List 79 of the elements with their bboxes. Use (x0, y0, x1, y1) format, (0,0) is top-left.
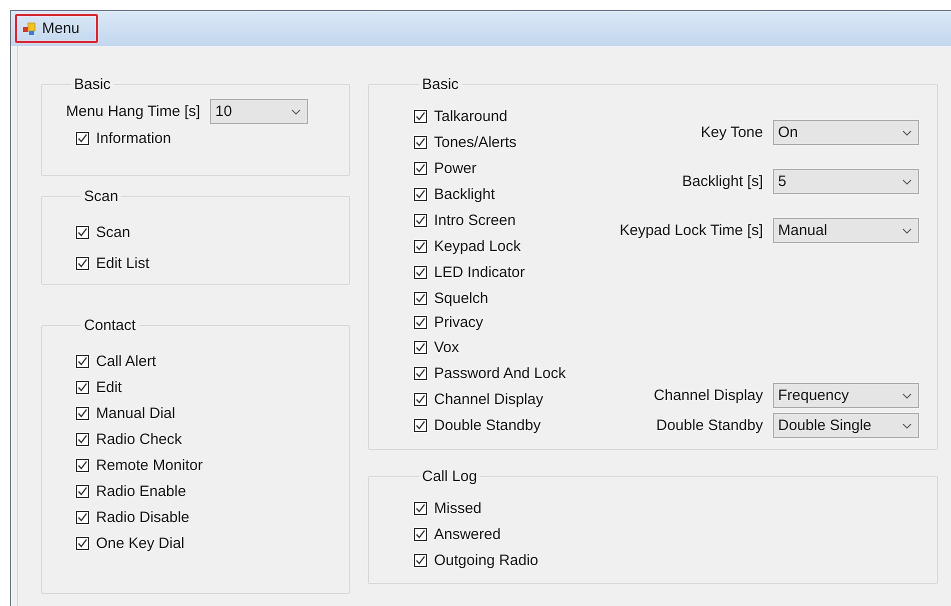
checkbox[interactable]: One Key Dial (76, 530, 339, 556)
checkbox-label: Missed (434, 500, 482, 516)
chevron-down-icon (902, 228, 912, 234)
checkbox-label: Radio Disable (96, 508, 190, 526)
checkbox-label: Manual Dial (96, 404, 176, 422)
checkbox[interactable]: Tones/Alerts (414, 129, 566, 155)
checkbox[interactable]: Scan (76, 219, 339, 245)
checkbox[interactable]: Channel Display (414, 386, 566, 412)
group-title: Scan (83, 188, 120, 205)
checkbox[interactable]: Squelch (414, 285, 566, 311)
group-title: Call Log (421, 468, 478, 485)
checkbox-label: Tones/Alerts (434, 134, 517, 150)
checkbox-label: Intro Screen (434, 212, 516, 228)
checkbox-label: Information (96, 130, 172, 146)
field-label: Channel Display (654, 387, 763, 404)
field-label: Menu Hang Time [s] (66, 103, 200, 120)
chevron-down-icon (291, 108, 302, 114)
group-title: Contact (83, 317, 137, 334)
checkbox[interactable]: Call Alert (76, 348, 339, 374)
dropdown[interactable]: Manual (773, 218, 919, 243)
checkbox[interactable]: Manual Dial (76, 400, 339, 426)
checkbox-label: Radio Enable (96, 482, 186, 500)
dropdown[interactable]: Frequency (773, 383, 919, 408)
checkbox-label: Radio Check (96, 430, 182, 448)
checkbox-label: Backlight (434, 186, 495, 202)
checkbox[interactable]: Intro Screen (414, 207, 566, 233)
field-label: Key Tone (700, 124, 763, 141)
dropdown[interactable]: 5 (773, 169, 919, 194)
checkbox[interactable]: Vox (414, 334, 566, 360)
checkbox[interactable]: Answered (414, 521, 919, 547)
checkbox-label: Answered (434, 526, 501, 542)
checkbox-label: Call Alert (96, 352, 156, 370)
checkbox[interactable]: Remote Monitor (76, 452, 339, 478)
checkbox-label: Remote Monitor (96, 456, 203, 474)
group-title: Basic (73, 76, 112, 93)
checkbox[interactable]: Talkaround (414, 103, 566, 129)
checkbox-label: LED Indicator (434, 264, 525, 280)
checkbox[interactable]: Double Standby (414, 412, 566, 438)
checkbox-label: Edit List (96, 254, 150, 272)
checkbox[interactable]: Missed (414, 495, 919, 521)
checkbox[interactable]: Information (76, 126, 339, 150)
checkbox[interactable]: Keypad Lock (414, 233, 566, 259)
checkbox-label: Keypad Lock (434, 238, 521, 254)
checkbox[interactable]: Outgoing Radio (414, 547, 919, 573)
chevron-down-icon (902, 130, 912, 136)
checkbox-label: Scan (96, 224, 130, 240)
field-label: Keypad Lock Time [s] (620, 222, 763, 239)
chevron-down-icon (902, 178, 912, 184)
checkbox-label: Power (434, 160, 477, 176)
checkbox-label: One Key Dial (96, 534, 184, 552)
checkbox-label: Channel Display (434, 390, 544, 408)
checkbox[interactable]: Radio Check (76, 426, 339, 452)
checkbox[interactable]: Password And Lock (414, 360, 566, 386)
checkbox[interactable]: Power (414, 155, 566, 181)
checkbox-label: Edit (96, 378, 122, 396)
dropdown[interactable]: Double Single (773, 413, 919, 438)
checkbox[interactable]: Edit List (76, 250, 339, 276)
checkbox[interactable]: Radio Enable (76, 478, 339, 504)
checkbox-label: Talkaround (434, 108, 508, 124)
group-title: Basic (421, 76, 460, 93)
checkbox-label: Outgoing Radio (434, 552, 538, 568)
chevron-down-icon (902, 422, 912, 428)
dropdown[interactable]: On (773, 120, 919, 145)
checkbox-label: Privacy (434, 314, 484, 331)
checkbox-label: Squelch (434, 290, 488, 306)
app-icon (22, 22, 36, 36)
window-title: Menu (42, 20, 80, 37)
dropdown[interactable]: 10 (210, 99, 308, 124)
checkbox-label: Vox (434, 338, 460, 356)
checkbox-label: Double Standby (434, 416, 541, 434)
checkbox[interactable]: Radio Disable (76, 504, 339, 530)
checkbox[interactable]: LED Indicator (414, 259, 566, 285)
field-label: Backlight [s] (682, 173, 763, 190)
field-label: Double Standby (656, 417, 763, 434)
checkbox[interactable]: Backlight (414, 181, 566, 207)
checkbox[interactable]: Edit (76, 374, 339, 400)
checkbox[interactable]: Privacy (414, 311, 566, 334)
checkbox-label: Password And Lock (434, 364, 566, 382)
chevron-down-icon (902, 392, 912, 398)
